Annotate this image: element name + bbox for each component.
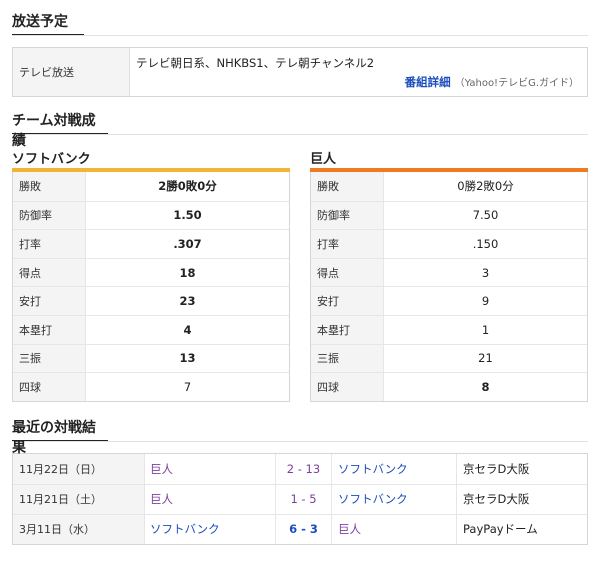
stat-row: 安打 9 [311, 286, 587, 315]
stat-row: 四球 8 [311, 372, 587, 401]
section-divider [12, 134, 588, 135]
stat-label: 防御率 [13, 201, 86, 230]
stat-value: 8 [481, 379, 490, 394]
results-table: 11月22日（日） 巨人 2 - 13 ソフトバンク 京セラD大阪 11月21日… [12, 452, 588, 545]
stat-label: 得点 [13, 258, 86, 287]
game-date: 11月21日（土） [13, 484, 145, 514]
stats-table: 勝敗 2勝0敗0分 防御率 1.50 打率 .307 得点 18 安打 23 本塁打 4 三… [12, 172, 290, 402]
stat-row: 打率 .307 [13, 229, 289, 258]
broadcast-channels: テレビ朝日系、NHKBS1、テレ朝チャンネル2 [136, 56, 375, 70]
stat-row: 打率 .150 [311, 229, 587, 258]
stat-label: 安打 [311, 287, 384, 315]
stat-label: 三振 [311, 344, 384, 373]
stat-value: 18 [179, 265, 196, 280]
stat-label: 防御率 [311, 201, 384, 230]
guide-source: （Yahoo!テレビG.ガイド） [454, 78, 579, 89]
team-stats: ソフトバンク 勝敗 2勝0敗0分 防御率 1.50 打率 .307 得点 18 安打 23… [12, 146, 588, 402]
game-date: 3月11日（水） [13, 514, 145, 544]
away-team-link[interactable]: 巨人 [332, 514, 457, 544]
table-row: 11月22日（日） 巨人 2 - 13 ソフトバンク 京セラD大阪 [13, 453, 587, 484]
venue: PayPayドーム [463, 522, 538, 537]
venue: 京セラD大阪 [463, 492, 530, 507]
stat-row: 本塁打 4 [13, 314, 289, 344]
team-softbank: ソフトバンク 勝敗 2勝0敗0分 防御率 1.50 打率 .307 得点 18 安打 23… [12, 146, 290, 402]
stat-row: 得点 18 [13, 257, 289, 287]
team-name: ソフトバンク [12, 152, 91, 167]
broadcast-section-title: 放送予定 [12, 0, 84, 36]
broadcast-content: テレビ朝日系、NHKBS1、テレ朝チャンネル2 番組詳細 （Yahoo!テレビG.… [130, 48, 587, 96]
stat-row: 得点 3 [311, 257, 587, 287]
stat-value: 7 [183, 379, 192, 394]
stat-value: 1.50 [173, 208, 202, 223]
recent-section-title: 最近の対戦結果 [12, 406, 108, 456]
section-divider [12, 35, 588, 36]
stat-row: 防御率 1.50 [13, 200, 289, 230]
stat-value: 21 [478, 351, 493, 366]
stats-table: 勝敗 0勝2敗0分 防御率 7.50 打率 .150 得点 3 安打 9 本塁打 1 三振 2… [310, 172, 588, 402]
stat-value: 23 [179, 294, 196, 309]
stat-label: 安打 [13, 287, 86, 315]
stat-label: 本塁打 [311, 315, 384, 344]
game-date: 11月22日（日） [13, 453, 145, 484]
stat-row: 安打 23 [13, 286, 289, 315]
stat-row: 防御率 7.50 [311, 200, 587, 230]
matchup-section-title: チーム対戦成績 [12, 99, 108, 149]
venue: 京セラD大阪 [463, 461, 530, 476]
score-link[interactable]: 2 - 13 [276, 453, 332, 484]
stat-row: 三振 21 [311, 343, 587, 373]
stat-label: 得点 [311, 258, 384, 287]
stat-value: 1 [481, 322, 490, 337]
stat-row: 四球 7 [13, 372, 289, 401]
away-team-link[interactable]: ソフトバンク [332, 484, 457, 514]
table-row: 3月11日（水） ソフトバンク 6 - 3 巨人 PayPayドーム [13, 513, 587, 544]
team-giants: 巨人 勝敗 0勝2敗0分 防御率 7.50 打率 .150 得点 3 安打 9 本塁打 1 … [310, 146, 588, 402]
stat-value: 0勝2敗0分 [457, 179, 514, 194]
stat-value: 3 [481, 265, 490, 280]
stat-row: 勝敗 0勝2敗0分 [311, 172, 587, 201]
stat-label: 三振 [13, 344, 86, 373]
stat-row: 勝敗 2勝0敗0分 [13, 172, 289, 201]
broadcast-guide: 番組詳細 （Yahoo!テレビG.ガイド） [405, 74, 579, 90]
stat-value: .150 [472, 236, 499, 251]
home-team-link[interactable]: 巨人 [145, 453, 276, 484]
team-name: 巨人 [310, 152, 337, 167]
stat-value: 9 [481, 294, 490, 309]
broadcast-table: テレビ放送 テレビ朝日系、NHKBS1、テレ朝チャンネル2 番組詳細 （Yahoo… [12, 47, 588, 97]
stat-label: 勝敗 [311, 172, 384, 201]
table-row: 11月21日（土） 巨人 1 - 5 ソフトバンク 京セラD大阪 [13, 483, 587, 514]
stat-row: 本塁打 1 [311, 314, 587, 344]
stat-value: 7.50 [472, 208, 499, 223]
stat-label: 勝敗 [13, 172, 86, 201]
stat-value: 2勝0敗0分 [158, 179, 217, 194]
home-team-link[interactable]: 巨人 [145, 484, 276, 514]
program-details-link[interactable]: 番組詳細 [405, 75, 451, 89]
stat-value: 4 [183, 322, 192, 337]
stat-label: 打率 [13, 230, 86, 258]
home-team-link[interactable]: ソフトバンク [145, 514, 276, 544]
stat-value: .307 [173, 236, 202, 251]
stat-value: 13 [179, 351, 196, 366]
away-team-link[interactable]: ソフトバンク [332, 453, 457, 484]
broadcast-label: テレビ放送 [13, 48, 130, 96]
page: 放送予定 テレビ放送 テレビ朝日系、NHKBS1、テレ朝チャンネル2 番組詳細（… [0, 0, 600, 574]
stat-row: 三振 13 [13, 343, 289, 373]
stat-label: 本塁打 [13, 315, 86, 344]
stat-label: 四球 [13, 373, 86, 401]
section-divider [12, 440, 588, 442]
score-link[interactable]: 6 - 3 [276, 514, 332, 544]
stat-label: 四球 [311, 373, 384, 401]
stat-label: 打率 [311, 230, 384, 258]
score-link[interactable]: 1 - 5 [276, 484, 332, 514]
